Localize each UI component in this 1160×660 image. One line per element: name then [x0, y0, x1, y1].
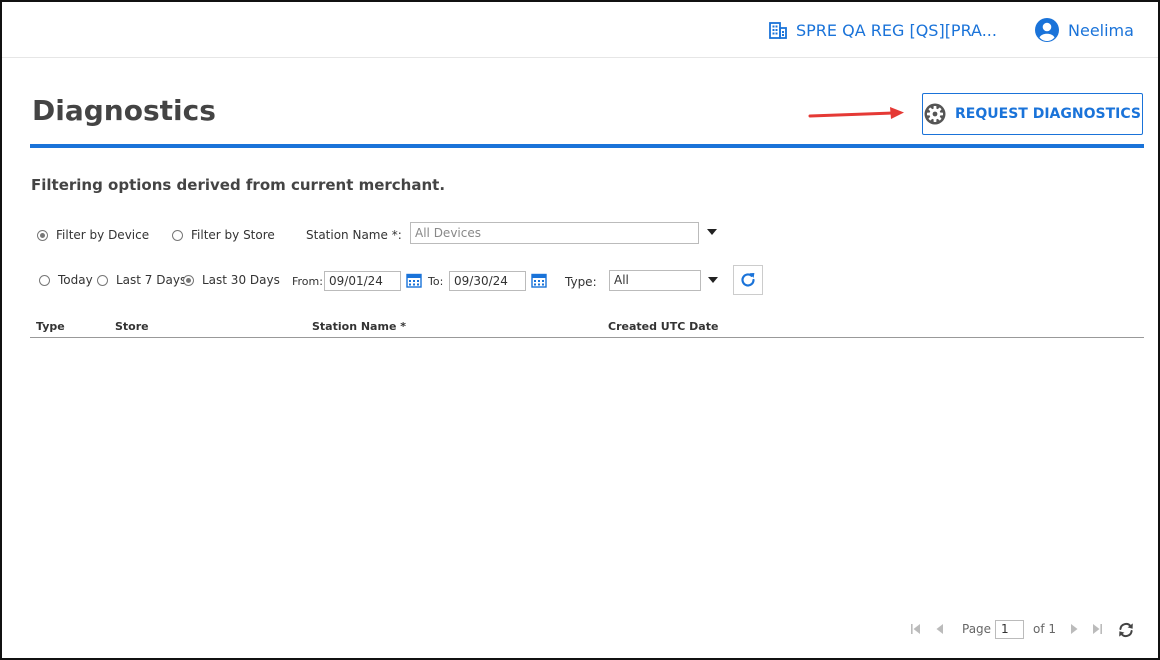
- radio-label: Filter by Device: [56, 228, 150, 242]
- radio-last-7-days[interactable]: Last 7 Days: [97, 273, 186, 287]
- app-window: SPRE QA REG [QS][PRA... Neelima Diagnost…: [0, 0, 1160, 660]
- user-menu[interactable]: Neelima: [1034, 16, 1134, 44]
- column-header-store[interactable]: Store: [115, 320, 149, 333]
- merchant-name: SPRE QA REG [QS][PRA...: [796, 20, 997, 40]
- page-number-input[interactable]: 1: [995, 620, 1024, 639]
- column-header-created-utc-date[interactable]: Created UTC Date: [608, 320, 718, 333]
- merchant-selector[interactable]: SPRE QA REG [QS][PRA...: [769, 18, 997, 42]
- building-icon: [769, 22, 787, 39]
- station-dropdown-caret-icon[interactable]: [707, 229, 717, 235]
- radio-indicator: [37, 229, 48, 241]
- radio-label: Last 30 Days: [202, 273, 280, 287]
- radio-filter-by-device[interactable]: Filter by Device: [37, 228, 149, 242]
- filter-subtitle: Filtering options derived from current m…: [31, 176, 446, 194]
- radio-indicator: [39, 274, 50, 286]
- next-page-icon[interactable]: [1067, 622, 1081, 636]
- first-page-icon[interactable]: [909, 622, 923, 636]
- calendar-icon[interactable]: [406, 272, 422, 288]
- request-diagnostics-label: REQUEST DIAGNOSTICS: [955, 106, 1141, 122]
- page-count-label: of 1: [1033, 622, 1057, 636]
- top-bar: SPRE QA REG [QS][PRA... Neelima: [2, 2, 1158, 58]
- to-date-input[interactable]: 09/30/24: [449, 271, 526, 291]
- radio-label: Last 7 Days: [116, 273, 187, 287]
- radio-indicator: [183, 274, 194, 286]
- from-label: From:: [292, 275, 323, 288]
- previous-page-icon[interactable]: [933, 622, 947, 636]
- from-date-input[interactable]: 09/01/24: [324, 271, 401, 291]
- title-divider: [30, 144, 1144, 148]
- page-title: Diagnostics: [32, 94, 216, 127]
- user-name: Neelima: [1068, 20, 1134, 40]
- radio-indicator: [97, 274, 108, 286]
- refresh-icon: [741, 273, 755, 287]
- last-page-icon[interactable]: [1090, 622, 1104, 636]
- station-name-label: Station Name *:: [306, 228, 402, 242]
- radio-indicator: [172, 229, 183, 241]
- radio-label: Today: [58, 273, 93, 287]
- request-diagnostics-button[interactable]: REQUEST DIAGNOSTICS: [922, 93, 1143, 135]
- gear-icon: [924, 103, 946, 125]
- radio-last-30-days[interactable]: Last 30 Days: [183, 273, 280, 287]
- table-header-divider: [30, 337, 1144, 338]
- refresh-button[interactable]: [733, 265, 763, 295]
- station-name-input[interactable]: All Devices: [410, 222, 699, 244]
- column-header-station-name[interactable]: Station Name *: [312, 320, 406, 333]
- user-circle-icon: [1035, 18, 1059, 42]
- type-select[interactable]: All: [609, 270, 701, 291]
- page-label: Page: [962, 622, 992, 636]
- radio-label: Filter by Store: [191, 228, 275, 242]
- radio-today[interactable]: Today: [39, 273, 93, 287]
- type-dropdown-caret-icon[interactable]: [708, 277, 718, 283]
- radio-filter-by-store[interactable]: Filter by Store: [172, 228, 275, 242]
- annotation-arrow-icon: [808, 107, 904, 119]
- reload-icon[interactable]: [1117, 621, 1135, 639]
- to-label: To:: [428, 275, 444, 288]
- type-label: Type:: [565, 275, 597, 289]
- column-header-type[interactable]: Type: [36, 320, 65, 333]
- calendar-icon[interactable]: [531, 272, 547, 288]
